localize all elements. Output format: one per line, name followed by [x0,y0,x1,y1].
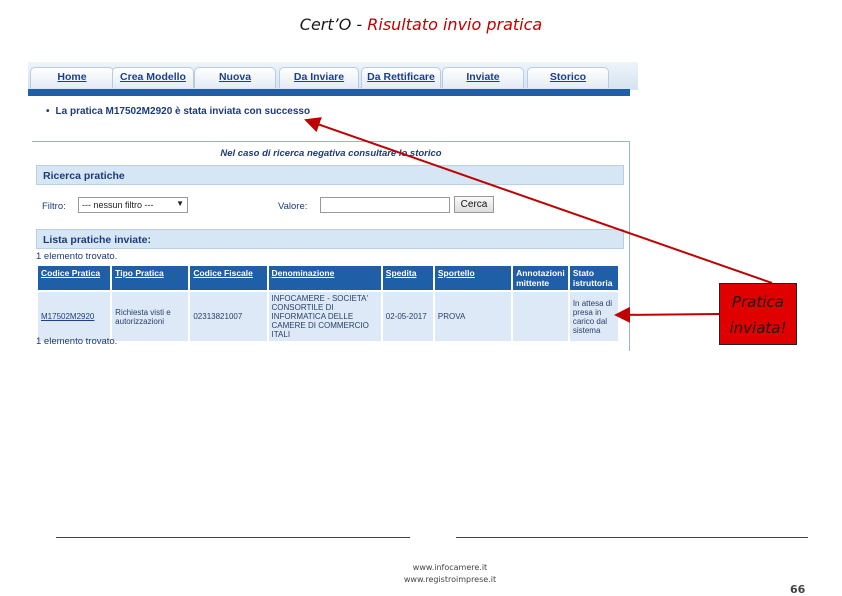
footer-rule-right [456,537,808,538]
arrow-to-message [304,117,773,284]
footer-rule-left [56,537,410,538]
page-number: 66 [790,583,806,596]
callout-box: Pratica inviata! [719,283,797,345]
footer-link-infocamere[interactable]: www.infocamere.it [360,562,540,574]
footer-link-registroimprese[interactable]: www.registroimprese.it [360,574,540,586]
footer-links: www.infocamere.it www.registroimprese.it [360,562,540,586]
annotation-arrows [304,117,773,323]
arrow-to-status [614,306,720,323]
